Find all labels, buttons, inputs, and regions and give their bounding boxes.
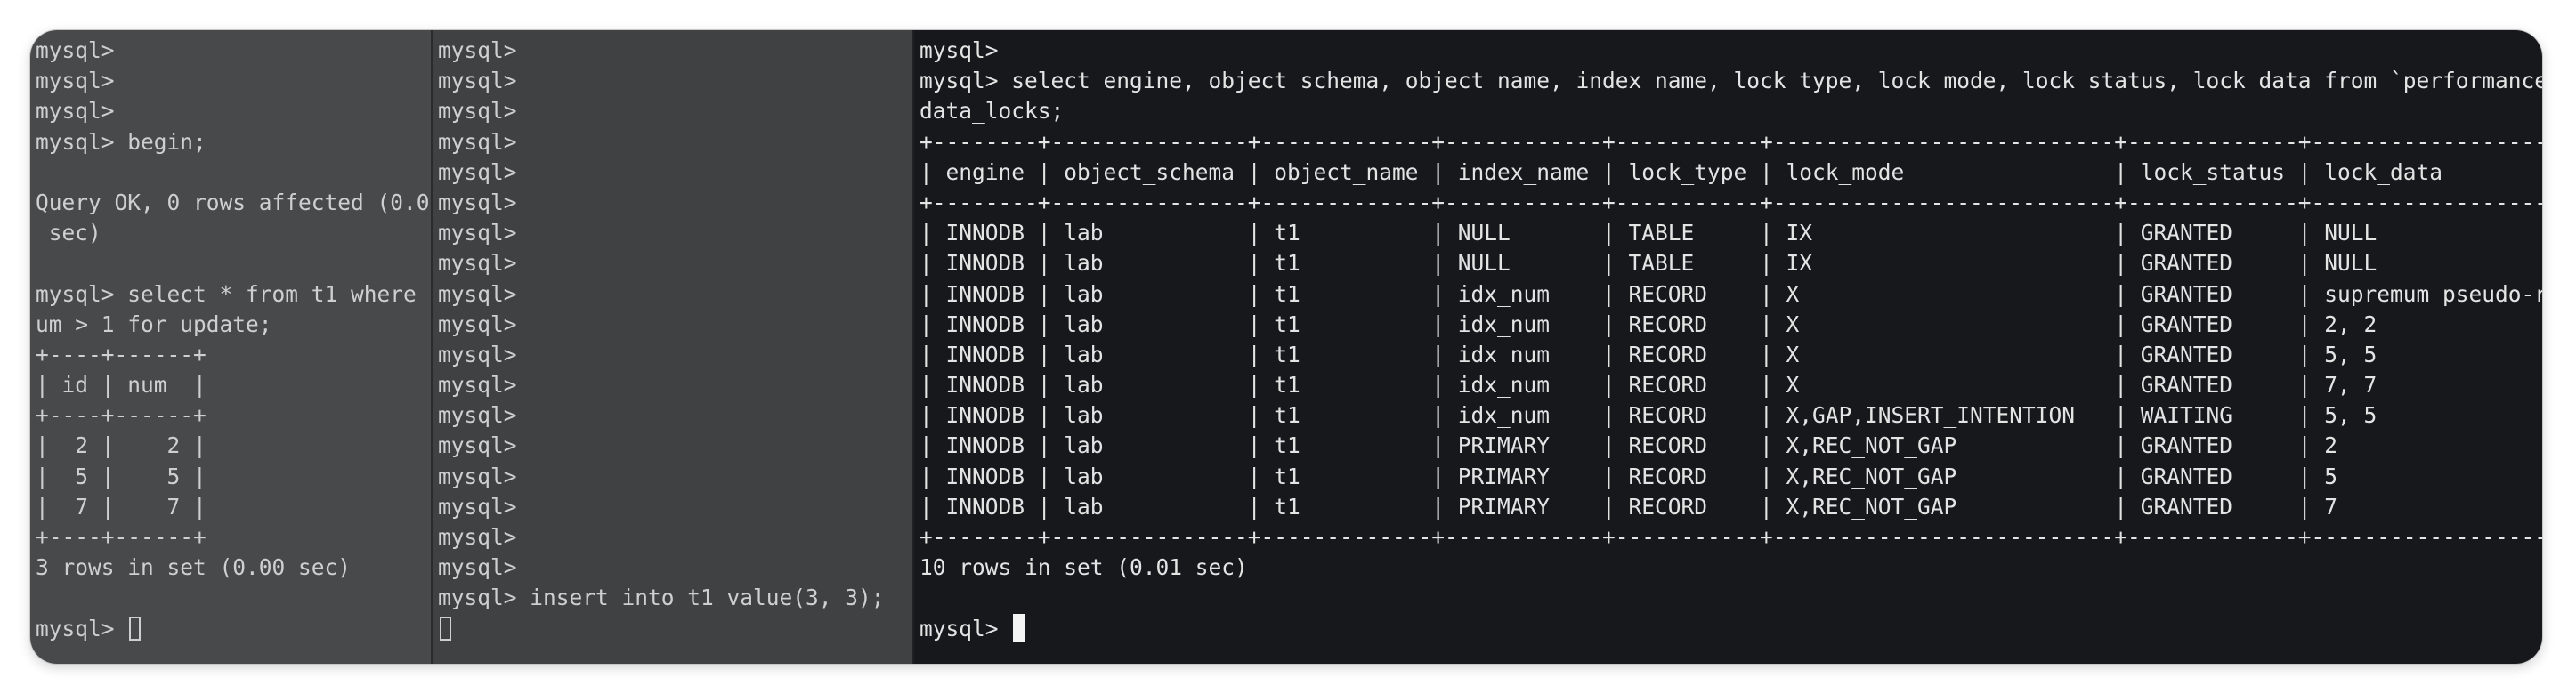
cursor-icon [129,616,142,641]
terminal-pane-right[interactable]: mysql> mysql> select engine, object_sche… [914,30,2542,664]
terminal-line: mysql> [438,432,517,459]
terminal-line: 3 rows in set (0.00 sec) [36,554,352,581]
terminal-line: mysql> [438,524,517,550]
terminal-line: mysql> [438,250,517,277]
terminal-line: mysql> [438,189,517,215]
prompt-line[interactable] [438,614,912,644]
result-table-row: | 5 | 5 | [36,463,207,489]
terminal-line: mysql> [438,311,517,337]
result-table-row: | 2 | 2 | [36,432,207,459]
terminal-line: mysql> [438,341,517,367]
cursor-icon [1013,613,1026,642]
terminal-line: mysql> [438,402,517,429]
result-table-border: +----+------+ [36,341,207,367]
prompt-line[interactable]: mysql> [919,613,2542,644]
terminal-line: mysql> [36,68,115,94]
terminal-line: mysql> [36,37,115,63]
result-table-row: | INNODB | lab | t1 | idx_num | RECORD |… [919,311,2542,337]
result-table-border: +----+------+ [36,402,207,429]
result-table-row: | INNODB | lab | t1 | idx_num | RECORD |… [919,402,2542,429]
terminal-line: mysql> [438,372,517,399]
terminal-line: 10 rows in set (0.01 sec) [919,554,1248,581]
terminal-line: mysql> select engine, object_schema, obj… [919,68,2542,94]
result-table-row: | INNODB | lab | t1 | idx_num | RECORD |… [919,372,2542,399]
terminal-line: mysql> [438,463,517,489]
result-table-header: | engine | object_schema | object_name |… [919,158,2542,185]
result-table-row: | INNODB | lab | t1 | PRIMARY | RECORD |… [919,432,2542,459]
terminal-line: um > 1 for update; [36,311,272,337]
result-table-row: | INNODB | lab | t1 | NULL | TABLE | IX … [919,250,2542,277]
terminal-window: mysql> mysql> mysql> mysql> begin; Query… [30,30,2542,664]
result-table-row: | INNODB | lab | t1 | PRIMARY | RECORD |… [919,463,2542,489]
terminal-line: data_locks; [919,98,1065,125]
result-table-header: | id | num | [36,372,207,399]
result-table-row: | INNODB | lab | t1 | idx_num | RECORD |… [919,280,2542,307]
terminal-line: mysql> [438,128,517,155]
result-table-row: | 7 | 7 | [36,493,207,520]
result-table-row: | INNODB | lab | t1 | PRIMARY | RECORD |… [919,493,2542,520]
terminal-pane-middle[interactable]: mysql> mysql> mysql> mysql> mysql> mysql… [433,30,914,664]
terminal-line: mysql> insert into t1 value(3, 3); [438,585,885,611]
terminal-line: mysql> [438,220,517,246]
terminal-line: mysql> [438,493,517,520]
terminal-line: sec) [36,220,101,246]
terminal-line: mysql> [438,554,517,581]
terminal-line: mysql> select * from t1 where n [36,280,433,307]
terminal-line: mysql> [438,68,517,94]
terminal-line: mysql> [36,98,115,125]
prompt-text: mysql> [919,615,1012,642]
result-table-border: +----+------+ [36,524,207,550]
terminal-pane-left[interactable]: mysql> mysql> mysql> mysql> begin; Query… [30,30,433,664]
terminal-line: mysql> [438,37,517,63]
result-table-border: +--------+---------------+-------------+… [919,189,2542,215]
cursor-icon [440,616,451,641]
terminal-line: mysql> [438,280,517,307]
terminal-line: mysql> begin; [36,128,207,155]
terminal-line: mysql> [919,37,999,63]
terminal-line: Query OK, 0 rows affected (0.00 [36,189,433,215]
result-table-row: | INNODB | lab | t1 | NULL | TABLE | IX … [919,220,2542,246]
terminal-line: mysql> [438,98,517,125]
result-table-row: | INNODB | lab | t1 | idx_num | RECORD |… [919,341,2542,367]
prompt-text: mysql> [36,615,128,642]
prompt-line[interactable]: mysql> [36,614,431,644]
result-table-border: +--------+---------------+-------------+… [919,128,2542,155]
result-table-border: +--------+---------------+-------------+… [919,524,2542,550]
terminal-line: mysql> [438,158,517,185]
